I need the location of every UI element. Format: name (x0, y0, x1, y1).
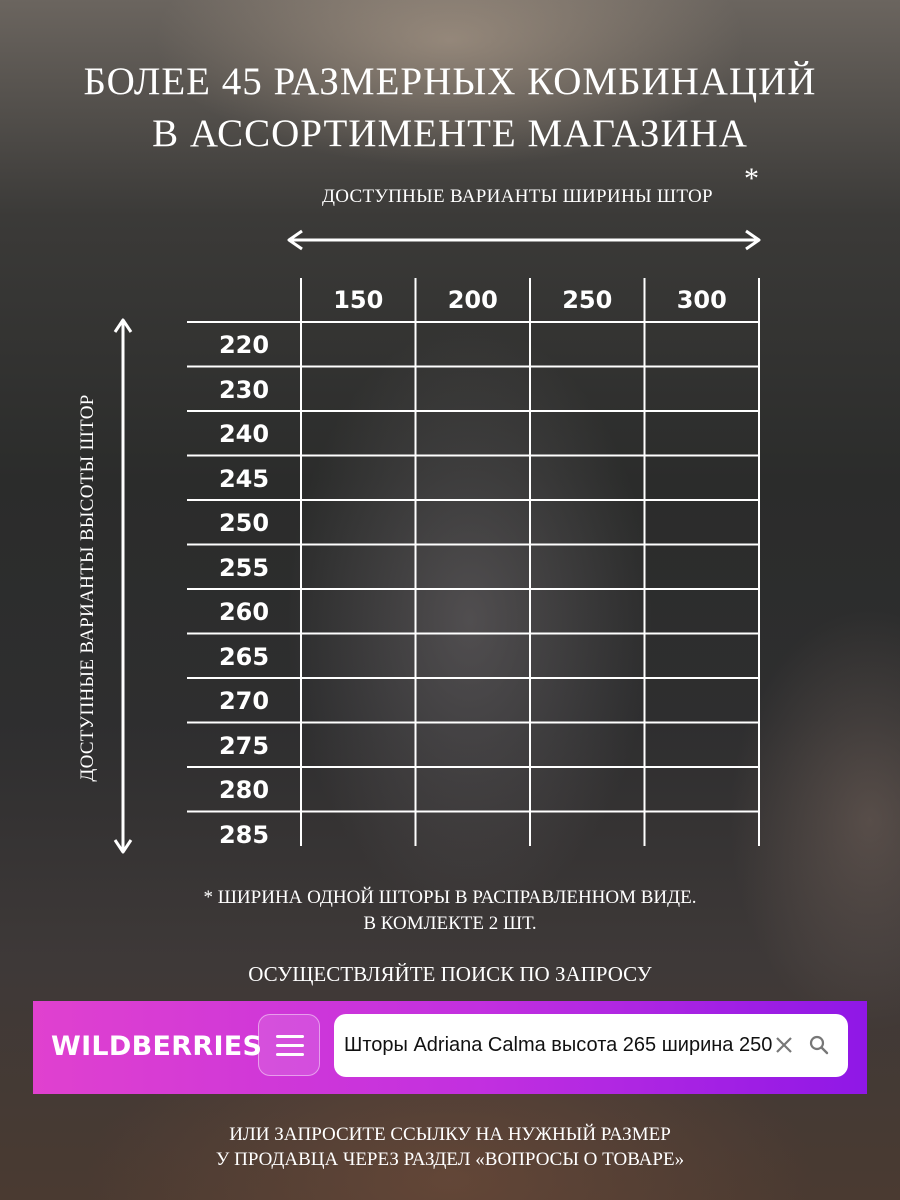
search-query: Шторы Adriana Calma высота 265 ширина 25… (344, 1034, 773, 1056)
width-header: 300 (676, 286, 727, 314)
height-header: 240 (218, 420, 270, 448)
close-icon[interactable] (774, 1035, 794, 1055)
height-header: 255 (218, 553, 270, 582)
height-header: 270 (218, 687, 270, 715)
bottom-line-2: У ПРОДАВЦА ЧЕРЕЗ РАЗДЕЛ «ВОПРОСЫ О ТОВАР… (215, 1149, 685, 1170)
search-input[interactable]: Шторы Adriana Calma высота 265 ширина 25… (334, 1014, 848, 1077)
footnote-line-1: * ШИРИНА ОДНОЙ ШТОРЫ В РАСПРАВЛЕННОМ ВИД… (203, 887, 697, 908)
width-header: 200 (447, 286, 498, 314)
size-grid (187, 278, 760, 846)
height-header: 245 (218, 464, 270, 493)
height-header: 265 (218, 642, 270, 671)
height-header: 280 (218, 776, 270, 804)
height-header: 220 (218, 331, 270, 359)
bottom-line-1: ИЛИ ЗАПРОСИТЕ ССЫЛКУ НА НУЖНЫЙ РАЗМЕР (229, 1124, 671, 1145)
wildberries-search-bar: WILDBERRIES Шторы Adriana Calma высота 2… (33, 1001, 867, 1094)
height-header: 285 (218, 820, 270, 849)
height-header: 275 (218, 731, 270, 760)
hamburger-icon[interactable] (258, 1014, 320, 1076)
footnote-line-2: В КОМЛЕКТЕ 2 ШТ. (363, 913, 537, 934)
width-header: 250 (562, 286, 613, 314)
search-hint: ОСУЩЕСТВЛЯЙТЕ ПОИСК ПО ЗАПРОСУ (248, 962, 652, 986)
height-header: 250 (218, 509, 270, 537)
height-header: 260 (218, 598, 270, 626)
height-header: 230 (218, 375, 270, 404)
width-header: 150 (333, 286, 384, 314)
brand-logo: WILDBERRIES (51, 1031, 263, 1062)
search-icon[interactable] (808, 1034, 830, 1056)
